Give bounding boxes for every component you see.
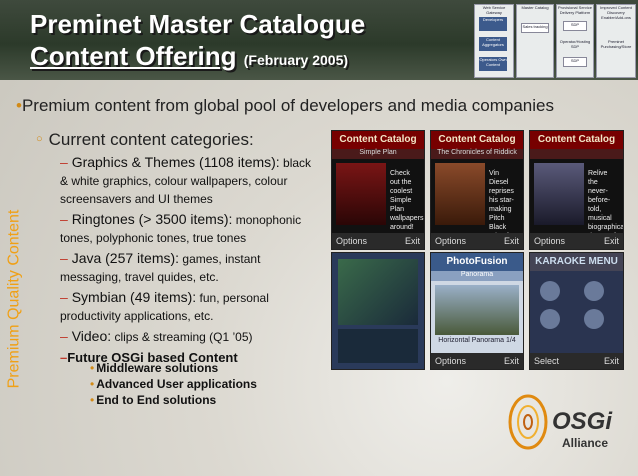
list-item: • End to End solutions: [90, 393, 217, 407]
list-item: – Ringtones (> 3500 items): monophonic t…: [60, 211, 302, 245]
osgi-swirl-icon: [508, 394, 548, 450]
list-item: – Symbian (49 items): fun, personal prod…: [60, 289, 269, 323]
phone-screen-simple-plan: Content Catalog Simple Plan Check out th…: [331, 130, 425, 250]
slide-title: Preminet Master Catalogue Content Offeri…: [30, 8, 365, 76]
list-item: • Advanced User applications: [90, 377, 257, 391]
phone-screen-riddick: Content Catalog The Chronicles of Riddic…: [430, 130, 524, 250]
title-line-2: Content Offering: [30, 41, 237, 71]
slide-header: Preminet Master Catalogue Content Offeri…: [0, 0, 638, 80]
category-list: – Graphics & Themes (1108 items): black …: [60, 154, 322, 370]
side-label: Premium Quality Content: [5, 209, 23, 389]
phone-screen-ray: Content Catalog Relive the never-before-…: [529, 130, 624, 250]
list-item: – Java (257 items): games, instant messa…: [60, 250, 261, 284]
circle-bullet-icon: ○: [36, 133, 43, 145]
arch-column-developers: Web Service Gateway Developers Content A…: [474, 4, 514, 78]
arch-column-master-catalog: Master Catalog Sales tracking: [516, 4, 554, 78]
game-screenshot-image: [338, 259, 418, 325]
main-bullet: •Premium content from global pool of dev…: [16, 96, 554, 115]
title-line-1: Preminet Master Catalogue: [30, 9, 366, 39]
panorama-image: [435, 285, 519, 335]
game-panel: [338, 329, 418, 363]
movie-poster-image: [435, 163, 485, 225]
phone-screen-karaoke: KARAOKE MENU Select Exit: [529, 252, 624, 370]
phone-screen-photofusion: PhotoFusion Panorama Horizontal Panorama…: [430, 252, 524, 370]
arch-column-delivery: Provisional Service Delivery Platform SD…: [556, 4, 594, 78]
list-item: • Middleware solutions: [90, 361, 219, 375]
album-art-image: [336, 163, 386, 225]
architecture-diagram: Web Service Gateway Developers Content A…: [474, 2, 636, 78]
arch-column-discovery: Improved Content Discovery Enabler/Add-o…: [596, 4, 636, 78]
movie-poster-image: [534, 163, 584, 225]
osgi-logo: OSGi Alliance: [500, 386, 630, 466]
list-item: – Video: clips & streaming (Q1 ’05): [60, 328, 253, 344]
list-item: – Graphics & Themes (1108 items): black …: [60, 154, 312, 206]
title-date: (February 2005): [243, 52, 349, 68]
future-items-list: • Middleware solutions • Advanced User app…: [90, 360, 257, 408]
phone-screen-game: [331, 252, 425, 370]
sub-bullet: ○ Current content categories:: [36, 130, 254, 149]
